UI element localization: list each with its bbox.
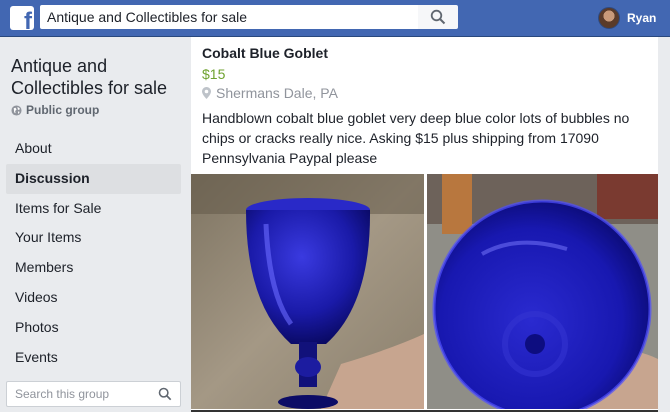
map-pin-icon [202, 87, 211, 99]
scroll-gutter [658, 37, 670, 412]
location-label: Shermans Dale, PA [216, 85, 338, 101]
goblet-top-photo[interactable] [427, 174, 658, 409]
sidebar-item-members[interactable]: Members [6, 253, 181, 283]
group-search-field[interactable] [6, 381, 181, 407]
facebook-logo-icon[interactable]: f [10, 6, 34, 30]
search-icon[interactable] [158, 387, 172, 401]
post-title[interactable]: Cobalt Blue Goblet [202, 45, 328, 61]
sidebar-item-about[interactable]: About [6, 134, 181, 164]
sale-post: Cobalt Blue Goblet $15 Shermans Dale, PA… [191, 37, 658, 412]
sidebar-item-photos[interactable]: Photos [6, 313, 181, 343]
top-navigation-bar: f Antique and Collectibles for sale Ryan [0, 0, 670, 37]
search-input[interactable]: Antique and Collectibles for sale [40, 5, 418, 29]
group-type-label: Public group [26, 103, 100, 117]
profile-link[interactable]: Ryan [598, 5, 656, 31]
group-name[interactable]: Antique and Collectibles for sale [11, 55, 183, 99]
sidebar-item-discussion[interactable]: Discussion [6, 163, 181, 194]
group-privacy: Public group [11, 103, 99, 117]
goblet-side-photo[interactable] [191, 174, 424, 409]
sidebar-item-your-items[interactable]: Your Items [6, 223, 181, 253]
globe-icon [11, 104, 22, 116]
sidebar-item-videos[interactable]: Videos [6, 283, 181, 313]
profile-name: Ryan [627, 11, 657, 25]
post-location: Shermans Dale, PA [202, 85, 338, 101]
sidebar-item-events[interactable]: Events [6, 343, 181, 373]
group-sidebar: Antique and Collectibles for sale Public… [0, 37, 188, 412]
search-icon [430, 9, 446, 25]
group-search-input[interactable] [15, 386, 155, 402]
post-price: $15 [202, 66, 226, 82]
post-description: Handblown cobalt blue goblet very deep b… [202, 110, 630, 166]
group-navigation: About Discussion Items for Sale Your Ite… [6, 134, 181, 372]
sidebar-item-items-for-sale[interactable]: Items for Sale [6, 194, 181, 224]
avatar [598, 7, 620, 29]
search-button[interactable] [418, 5, 458, 29]
